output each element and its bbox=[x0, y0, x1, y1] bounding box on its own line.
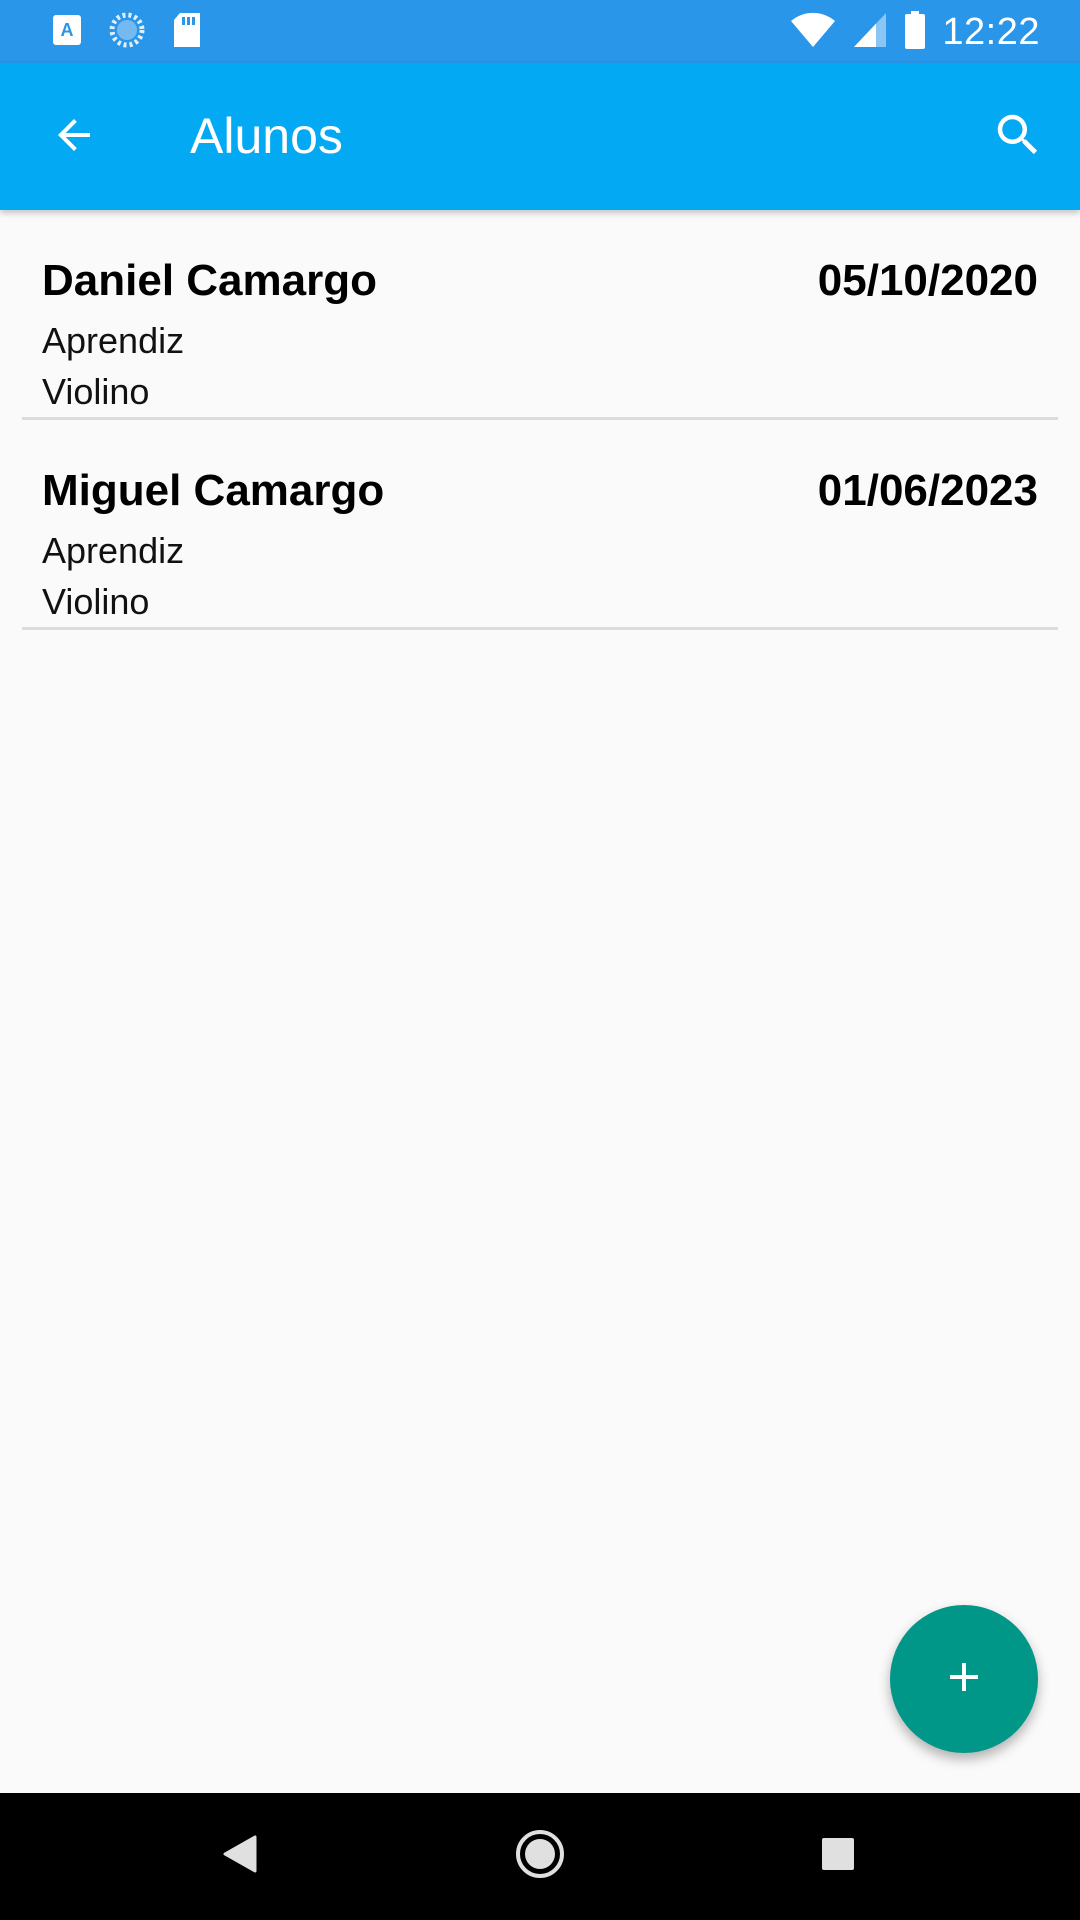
system-nav-bar bbox=[0, 1793, 1080, 1920]
student-name: Daniel Camargo bbox=[42, 256, 377, 305]
search-icon bbox=[991, 108, 1045, 167]
home-circle-icon bbox=[514, 1828, 566, 1885]
student-instrument: Violino bbox=[42, 581, 150, 622]
wifi-icon bbox=[790, 11, 836, 54]
battery-icon bbox=[904, 10, 926, 55]
app-a-icon: A bbox=[52, 14, 82, 51]
student-level: Aprendiz bbox=[42, 320, 185, 361]
plus-icon bbox=[940, 1653, 988, 1706]
back-button[interactable] bbox=[38, 101, 110, 173]
system-status: 12:22 bbox=[790, 8, 1040, 56]
nav-recents-button[interactable] bbox=[778, 1793, 898, 1920]
loading-icon bbox=[108, 11, 146, 54]
svg-text:A: A bbox=[61, 20, 74, 40]
divider bbox=[22, 627, 1058, 630]
add-student-button[interactable] bbox=[890, 1605, 1038, 1753]
search-button[interactable] bbox=[982, 101, 1054, 173]
page-title: Alunos bbox=[190, 108, 343, 164]
student-date: 05/10/2020 bbox=[817, 256, 1038, 305]
recents-square-icon bbox=[820, 1836, 856, 1877]
signal-icon bbox=[852, 11, 888, 54]
student-instrument: Violino bbox=[42, 371, 150, 412]
list-item[interactable]: Daniel Camargo 05/10/2020 Aprendiz Violi… bbox=[0, 210, 1080, 420]
back-triangle-icon bbox=[222, 1834, 258, 1879]
nav-back-button[interactable] bbox=[180, 1793, 300, 1920]
status-time: 12:22 bbox=[942, 10, 1040, 53]
status-bar: A 12:22 bbox=[0, 0, 1080, 63]
nav-home-button[interactable] bbox=[480, 1793, 600, 1920]
arrow-back-icon bbox=[50, 111, 98, 164]
sd-card-icon bbox=[172, 12, 202, 53]
student-list: Daniel Camargo 05/10/2020 Aprendiz Violi… bbox=[0, 210, 1080, 630]
list-item[interactable]: Miguel Camargo 01/06/2023 Aprendiz Violi… bbox=[0, 420, 1080, 630]
student-level: Aprendiz bbox=[42, 530, 185, 571]
student-name: Miguel Camargo bbox=[42, 466, 385, 515]
notification-icons: A bbox=[52, 12, 202, 52]
app-bar: Alunos bbox=[0, 63, 1080, 210]
student-date: 01/06/2023 bbox=[817, 466, 1038, 515]
